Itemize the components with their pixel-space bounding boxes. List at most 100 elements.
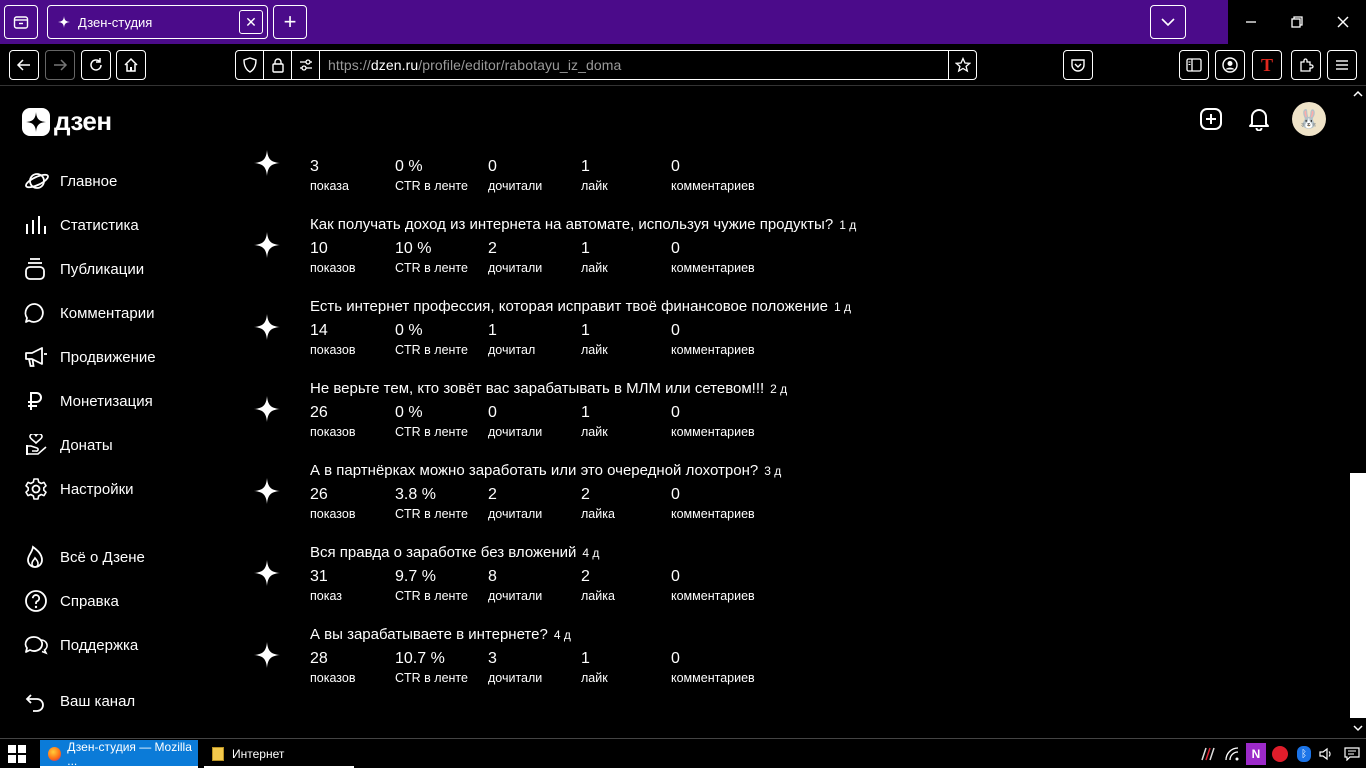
restore-button[interactable] bbox=[1274, 0, 1320, 44]
speech-bubble-icon bbox=[24, 301, 52, 325]
publication-row[interactable]: Вся правда о заработке без вложений 4 д 3… bbox=[250, 544, 1150, 626]
sidebar-item-label: Продвижение bbox=[60, 348, 156, 366]
publication-row[interactable]: Как получать доход из интернета на автом… bbox=[250, 216, 1150, 298]
scrollbar-thumb[interactable] bbox=[1350, 473, 1366, 718]
publication-row[interactable]: Есть интернет профессия, которая исправи… bbox=[250, 298, 1150, 380]
minimize-button[interactable] bbox=[1228, 0, 1274, 44]
windows-start-icon[interactable] bbox=[8, 745, 26, 763]
likes-stat: 1 лайк bbox=[581, 404, 608, 439]
minimize-icon bbox=[1246, 21, 1256, 23]
dzen-star-icon bbox=[254, 560, 280, 586]
sidebar-item-support[interactable]: Поддержка bbox=[24, 630, 138, 660]
permissions-button[interactable] bbox=[292, 51, 320, 79]
sidebar-item-about-dzen[interactable]: Всё о Дзене bbox=[24, 542, 145, 572]
create-publication-button[interactable] bbox=[1198, 106, 1224, 132]
taskbar-folder-button[interactable]: Интернет bbox=[204, 740, 354, 768]
url-bar[interactable]: https://dzen.ru/profile/editor/rabotayu_… bbox=[235, 50, 977, 80]
list-all-tabs-button[interactable] bbox=[1150, 5, 1186, 39]
dzen-logo[interactable]: дзен bbox=[22, 106, 112, 137]
publication-row[interactable]: А вы зарабатываете в интернете? 4 д 28 пок… bbox=[250, 626, 1150, 708]
close-icon: ✕ bbox=[245, 13, 257, 30]
likes-stat: 1 лайк bbox=[581, 158, 608, 193]
publication-title[interactable]: Не верьте тем, кто зовёт вас зарабатыват… bbox=[310, 380, 787, 397]
notifications-button[interactable] bbox=[1246, 106, 1272, 132]
comments-stat: 0 комментариев bbox=[671, 404, 755, 439]
sidebar-item-main[interactable]: Главное bbox=[24, 166, 117, 196]
sidebar-item-comments[interactable]: Комментарии bbox=[24, 298, 154, 328]
sidebar-item-your-channel[interactable]: Ваш канал bbox=[24, 686, 135, 716]
impressions-stat: 14 показов bbox=[310, 322, 356, 357]
back-button[interactable] bbox=[9, 50, 39, 80]
sidebar-item-help[interactable]: Справка bbox=[24, 586, 119, 616]
flame-icon bbox=[24, 545, 52, 569]
impressions-stat: 3 показа bbox=[310, 158, 349, 193]
likes-stat: 2 лайка bbox=[581, 568, 615, 603]
hamburger-menu-icon bbox=[1336, 60, 1348, 70]
plus-square-icon bbox=[1200, 108, 1222, 130]
extension-t-button[interactable]: T bbox=[1252, 50, 1282, 80]
impressions-stat: 28 показов bbox=[310, 650, 356, 685]
taskbar-firefox-button[interactable]: Дзен-студия — Mozilla ... bbox=[40, 740, 198, 768]
impressions-stat: 26 показов bbox=[310, 486, 356, 521]
home-button[interactable] bbox=[116, 50, 146, 80]
sidebar-item-monetization[interactable]: Монетизация bbox=[24, 386, 153, 416]
star-icon bbox=[954, 57, 971, 73]
sidebar-toggle-button[interactable] bbox=[1179, 50, 1209, 80]
publication-title[interactable]: А в партнёрках можно заработать или это … bbox=[310, 462, 781, 479]
forward-arrow-icon bbox=[54, 59, 68, 71]
close-window-button[interactable] bbox=[1320, 0, 1366, 44]
chevron-down-icon bbox=[1161, 18, 1175, 27]
bluetooth-icon[interactable]: ᛒ bbox=[1294, 743, 1314, 765]
sidebar-item-publications[interactable]: Публикации bbox=[24, 254, 144, 284]
publication-row[interactable]: Не верьте тем, кто зовёт вас зарабатыват… bbox=[250, 380, 1150, 462]
ctr-stat: 3.8 % CTR в ленте bbox=[395, 486, 468, 521]
ctr-stat: 0 % CTR в ленте bbox=[395, 404, 468, 439]
account-button[interactable] bbox=[1215, 50, 1245, 80]
tab-strip: Дзен-студия ✕ + bbox=[0, 0, 1366, 44]
pocket-button[interactable] bbox=[1063, 50, 1093, 80]
logo-text: дзен bbox=[54, 106, 112, 136]
sidebar-item-promotion[interactable]: Продвижение bbox=[24, 342, 156, 372]
forward-button[interactable] bbox=[45, 50, 75, 80]
publication-row[interactable]: 3 показа 0 % CTR в ленте 0 дочитали 1 лайк 0… bbox=[250, 144, 1150, 226]
tab-dzen-studio[interactable]: Дзен-студия ✕ bbox=[47, 5, 268, 39]
site-info-button[interactable] bbox=[264, 51, 292, 79]
lock-icon bbox=[271, 58, 284, 73]
bookmark-star-button[interactable] bbox=[948, 51, 976, 79]
tray-app-icon[interactable] bbox=[1198, 743, 1218, 765]
reload-button[interactable] bbox=[81, 50, 111, 80]
extensions-button[interactable] bbox=[1291, 50, 1321, 80]
avatar[interactable]: 🐰 bbox=[1292, 102, 1326, 136]
red-app-icon[interactable] bbox=[1270, 743, 1290, 765]
sidebar-item-statistics[interactable]: Статистика bbox=[24, 210, 139, 240]
app-menu-button[interactable] bbox=[1327, 50, 1357, 80]
publication-age: 3 д bbox=[764, 464, 782, 478]
dzen-star-icon bbox=[26, 111, 46, 132]
puzzle-icon bbox=[1300, 58, 1314, 72]
sidebar-item-label: Главное bbox=[60, 172, 118, 190]
tab-close-button[interactable]: ✕ bbox=[239, 10, 263, 34]
publication-title[interactable]: Как получать доход из интернета на автом… bbox=[310, 216, 856, 233]
n-app-icon[interactable]: N bbox=[1246, 743, 1266, 765]
network-icon[interactable] bbox=[1222, 743, 1242, 765]
likes-stat: 1 лайк bbox=[581, 322, 608, 357]
publication-title[interactable]: Вся правда о заработке без вложений 4 д bbox=[310, 544, 599, 561]
comments-stat: 0 комментариев bbox=[671, 158, 755, 193]
sidebar-item-settings[interactable]: Настройки bbox=[24, 474, 134, 504]
volume-icon[interactable] bbox=[1316, 743, 1336, 765]
notification-center-icon[interactable] bbox=[1342, 743, 1362, 765]
tracking-protection-button[interactable] bbox=[236, 51, 264, 79]
firefox-view-button[interactable] bbox=[4, 5, 38, 39]
likes-stat: 1 лайк bbox=[581, 240, 608, 275]
comments-stat: 0 комментариев bbox=[671, 322, 755, 357]
publication-title[interactable]: Есть интернет профессия, которая исправи… bbox=[310, 298, 851, 315]
publication-title[interactable]: А вы зарабатываете в интернете? 4 д bbox=[310, 626, 571, 643]
new-tab-button[interactable]: + bbox=[273, 5, 307, 39]
page-scrollbar[interactable] bbox=[1350, 86, 1366, 738]
publication-row[interactable]: А в партнёрках можно заработать или это … bbox=[250, 462, 1150, 544]
folder-icon bbox=[212, 747, 224, 761]
url-text: https://dzen.ru/profile/editor/rabotayu_… bbox=[328, 57, 621, 73]
sidebar-item-label: Статистика bbox=[60, 216, 139, 234]
likes-stat: 1 лайк bbox=[581, 650, 608, 685]
sidebar-item-donations[interactable]: Донаты bbox=[24, 430, 113, 460]
